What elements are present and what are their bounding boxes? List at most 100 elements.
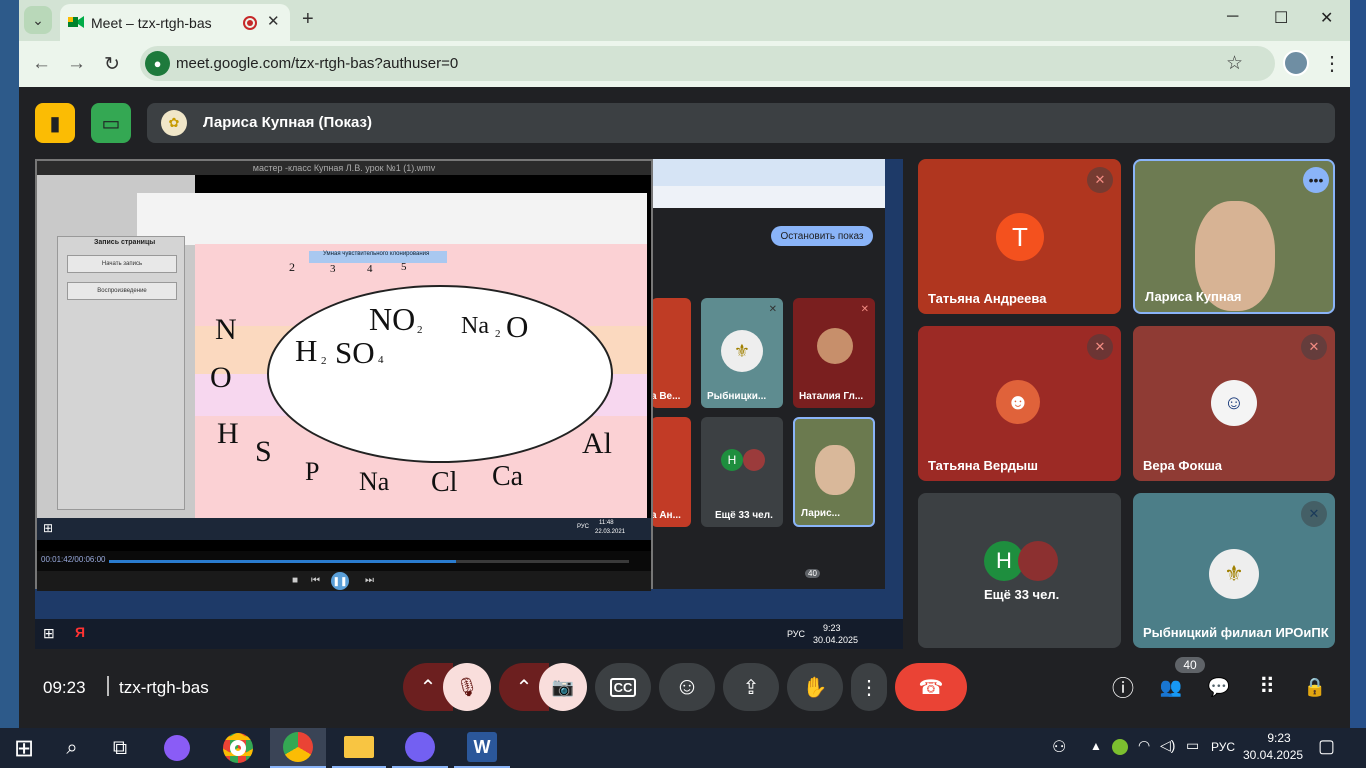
element-n: N	[215, 313, 237, 346]
participant-name: Татьяна Вердыш	[928, 458, 1038, 473]
more-options-icon[interactable]: •••	[1303, 167, 1329, 193]
meet-favicon-icon	[68, 16, 84, 28]
viber-app[interactable]	[392, 728, 448, 768]
word-app[interactable]: W	[454, 728, 510, 768]
captions-button[interactable]: CC	[595, 663, 651, 711]
layout-toggle-icon[interactable]: ▮	[35, 103, 75, 143]
mini-tile-logo: ⚜	[721, 330, 763, 372]
volume-icon[interactable]: ◁)	[1160, 737, 1175, 754]
emoji-button[interactable]: ☺	[659, 663, 715, 711]
host-controls-button[interactable]: 🔒	[1293, 663, 1337, 711]
keyboard-icon[interactable]: ▭	[1186, 737, 1199, 754]
player-seek-area: 00:01:42/00:06:00	[37, 551, 651, 571]
participant-tile[interactable]: ••• Лариса Купная	[1133, 159, 1335, 314]
play-pause-icon: ❚❚	[331, 572, 349, 590]
wifi-icon[interactable]: ◠	[1138, 737, 1150, 754]
playback-button: Воспроизведение	[67, 282, 177, 300]
camera-toggle-button[interactable]: 📷	[539, 663, 587, 711]
language-indicator[interactable]: РУС	[1211, 740, 1235, 754]
participant-tile[interactable]: ⚜ ✕ Рыбницкий филиал ИРОиПК	[1133, 493, 1335, 648]
maximize-button[interactable]: ☐	[1274, 8, 1288, 28]
shared-yandex-icon: Я	[75, 624, 86, 640]
slide-number: 4	[367, 263, 373, 275]
activities-button[interactable]: ⠿	[1245, 663, 1289, 711]
task-view-button[interactable]: ⧉	[96, 728, 144, 768]
explorer-app[interactable]	[332, 728, 386, 768]
people-button[interactable]: 👥	[1149, 663, 1193, 711]
mic-toggle-button[interactable]: 🎙	[443, 663, 491, 711]
info-icon: ⓘ	[1111, 676, 1134, 701]
taskbar-date[interactable]: 30.04.2025	[1243, 748, 1303, 762]
tab-meet[interactable]: Meet – tzx-rtgh-bas ✕	[60, 4, 290, 41]
recorded-taskbar: ⊞ РУС 11:48 22.03.2021	[37, 518, 651, 540]
chrome-app-active[interactable]	[270, 728, 326, 768]
captions-icon: CC	[609, 677, 637, 697]
more-options-button[interactable]: ⋮	[851, 663, 887, 711]
tab-strip: ⌄ Meet – tzx-rtgh-bas ✕ + ─ ☐ ✕	[19, 0, 1350, 41]
presenter-avatar: ✿	[161, 110, 187, 136]
browser-menu-icon[interactable]: ⋮	[1322, 51, 1342, 76]
search-button[interactable]: ⌕	[48, 728, 96, 768]
bookmark-star-icon[interactable]: ☆	[1226, 52, 1243, 75]
windows-taskbar: ⊞ ⌕ ⧉ W ⚇ ▲ ◠ ◁) ▭ РУС 9:23 30.04.2025 ▢	[0, 728, 1366, 768]
tab-close-icon[interactable]: ✕	[267, 12, 280, 30]
chrome-app[interactable]	[212, 728, 264, 768]
profile-avatar[interactable]	[1283, 50, 1309, 76]
leave-call-button[interactable]: ☎	[895, 663, 967, 711]
mini-tile-name: Ларис...	[801, 508, 840, 519]
recorded-lang: РУС	[577, 524, 590, 530]
slide-number: 2	[289, 260, 295, 274]
mini-tile-name: Наталия Гл...	[799, 391, 864, 402]
address-bar[interactable]: ● meet.google.com/tzx-rtgh-bas?authuser=…	[140, 46, 1275, 81]
reload-button[interactable]: ↻	[104, 53, 120, 76]
desktop-right-edge	[1350, 0, 1366, 728]
taskbar-time[interactable]: 9:23	[1250, 731, 1308, 745]
mini-tile-name: Рыбницки...	[707, 391, 767, 402]
slide-ellipse	[267, 285, 613, 463]
people-tray-icon[interactable]: ⚇	[1052, 737, 1066, 757]
recorded-clock-time: 11:48	[599, 520, 614, 526]
new-tab-button[interactable]: +	[302, 8, 314, 31]
formula-na2o-na: Na	[461, 313, 489, 339]
notification-icon[interactable]: ▢	[1318, 736, 1335, 757]
participant-tile[interactable]: Т ✕ Татьяна Андреева	[918, 159, 1121, 314]
participant-tile[interactable]: ☺ ✕ Вера Фокша	[1133, 326, 1335, 481]
shared-start-icon: ⊞	[43, 625, 55, 641]
meeting-info-button[interactable]: ⓘ	[1101, 663, 1145, 711]
tray-expand-icon[interactable]: ▲	[1090, 739, 1102, 753]
more-icon: ⋮	[859, 676, 879, 699]
back-button[interactable]: ←	[32, 53, 51, 75]
mini-tile-6: Ларис...	[793, 417, 875, 527]
alice-app[interactable]	[152, 728, 202, 768]
shared-clock-date: 30.04.2025	[813, 635, 859, 645]
recorded-clock-date: 22.03.2021	[595, 529, 626, 535]
chat-button[interactable]: 💬	[1197, 663, 1241, 711]
chrome-icon	[283, 732, 313, 762]
url-text: meet.google.com/tzx-rtgh-bas?authuser=0	[176, 55, 459, 72]
meet-area: ▮ ▭ ✿ Лариса Купная (Показ) Остановить п…	[19, 87, 1350, 728]
browser-toolbar: ← → ↻ ● meet.google.com/tzx-rtgh-bas?aut…	[19, 41, 1350, 87]
shared-browser-window: Остановить показ а Ве... ⚜ ✕ Рыбницки...…	[651, 159, 885, 589]
start-button[interactable]: ⊞	[0, 728, 48, 768]
mini-tile-photo	[817, 328, 853, 364]
chrome-icon	[223, 733, 253, 763]
close-window-button[interactable]: ✕	[1320, 8, 1333, 28]
tab-search-button[interactable]: ⌄	[24, 6, 52, 34]
divider	[107, 676, 109, 696]
participant-name: Ещё 33 чел.	[984, 587, 1060, 602]
tray-app-icon[interactable]	[1112, 739, 1128, 755]
mini-tile-name: Ещё 33 чел.	[715, 510, 773, 521]
present-button[interactable]: ⇪	[723, 663, 779, 711]
element-o: O	[210, 361, 232, 394]
minimize-button[interactable]: ─	[1227, 8, 1238, 26]
participant-tile[interactable]: ☻ ✕ Татьяна Вердыш	[918, 326, 1121, 481]
present-view-icon[interactable]: ▭	[91, 103, 131, 143]
presenter-bar: ✿ Лариса Купная (Показ)	[147, 103, 1335, 143]
more-participants-tile[interactable]: Н Ещё 33 чел.	[918, 493, 1121, 648]
site-mic-icon[interactable]: ●	[145, 51, 170, 76]
element-s: S	[255, 435, 272, 468]
raise-hand-button[interactable]: ✋	[787, 663, 843, 711]
shared-browser-tabstrip	[653, 159, 885, 186]
forward-button[interactable]: →	[67, 53, 86, 75]
shared-desktop-taskbar: ⊞ Я РУС	[35, 619, 903, 649]
